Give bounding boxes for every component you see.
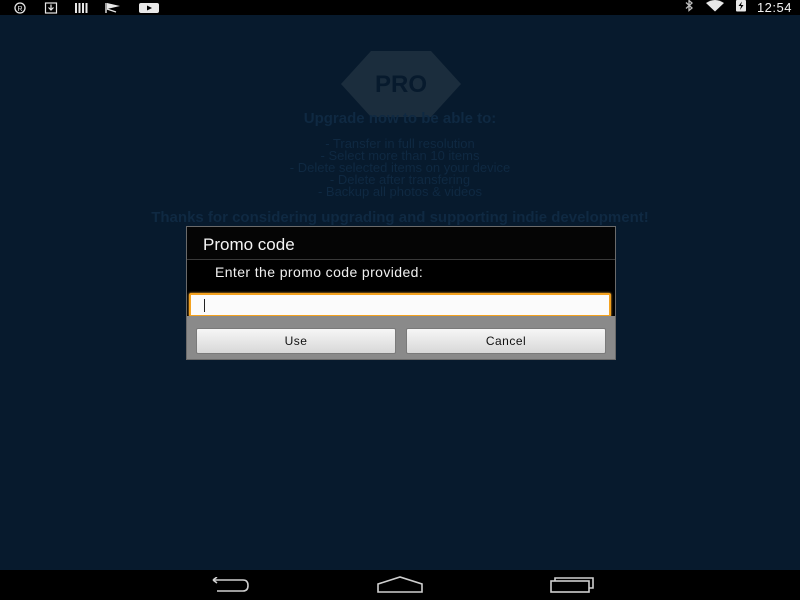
dialog-button-bar: Use Cancel (187, 316, 615, 359)
promo-code-dialog: Promo code Enter the promo code provided… (186, 226, 616, 360)
promo-code-input[interactable] (189, 293, 611, 317)
text-caret (204, 299, 205, 312)
pro-badge: PRO (341, 51, 461, 117)
clock: 12:54 (756, 0, 792, 15)
feature-item: - Backup all photos & videos (317, 184, 483, 199)
recents-icon[interactable] (544, 575, 600, 595)
screen: R 12:54 PRO Upgrade now to be able to: -… (0, 0, 800, 600)
dialog-titlebar: Promo code (187, 227, 615, 260)
home-icon[interactable] (372, 575, 428, 595)
svg-text:PRO: PRO (375, 71, 427, 98)
upgrade-heading: Upgrade now to be able to: (303, 110, 497, 127)
navigation-bar (0, 570, 800, 600)
back-icon[interactable] (200, 575, 256, 595)
cancel-button[interactable]: Cancel (406, 328, 606, 354)
status-bar: R 12:54 (0, 0, 800, 15)
thanks-message: Thanks for considering upgrading and sup… (151, 209, 649, 226)
svg-text:R: R (17, 6, 22, 13)
dialog-message: Enter the promo code provided: (215, 264, 424, 280)
dialog-title: Promo code (203, 235, 295, 254)
dialog-body: Enter the promo code provided: (187, 260, 615, 317)
use-button[interactable]: Use (196, 328, 396, 354)
